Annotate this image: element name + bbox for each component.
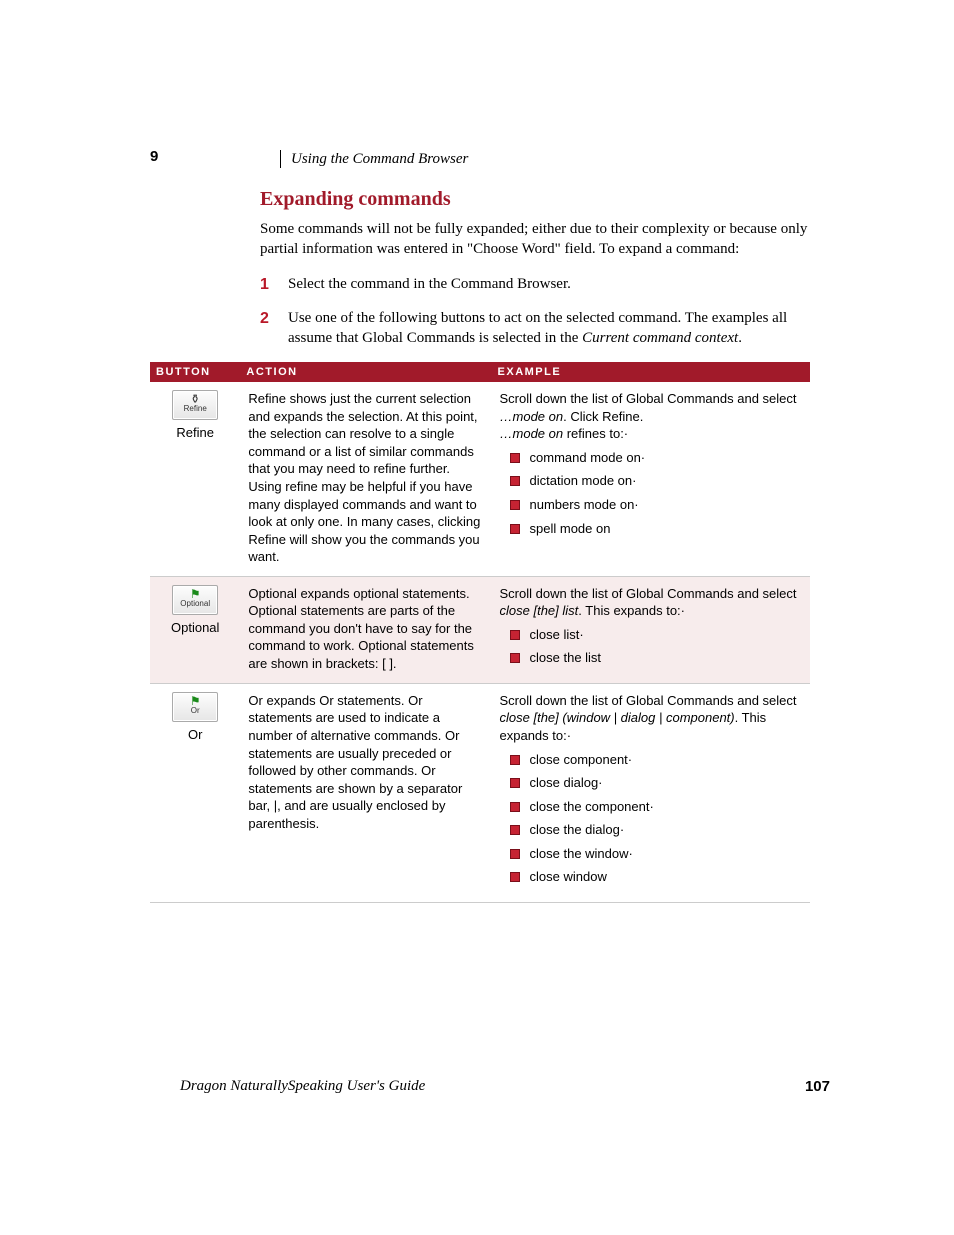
steps-list: 1 Select the command in the Command Brow… <box>260 274 820 349</box>
button-label: Refine <box>158 424 232 442</box>
example-list: command mode on· dictation mode on· numb… <box>510 449 802 537</box>
list-item: close window <box>510 868 802 886</box>
page: 9 Using the Command Browser Expanding co… <box>0 0 954 1235</box>
list-item: close the list <box>510 649 802 667</box>
optional-button-icon: ⚑ Optional <box>172 585 218 615</box>
action-cell: Or expands Or statements. Or statements … <box>240 683 491 902</box>
intro-paragraph: Some commands will not be fully expanded… <box>260 219 820 260</box>
step-1: 1 Select the command in the Command Brow… <box>260 274 820 294</box>
list-item: close list· <box>510 626 802 644</box>
refine-button-icon: ⚱ Refine <box>172 390 218 420</box>
header-example: EXAMPLE <box>492 362 810 382</box>
example-cell: Scroll down the list of Global Commands … <box>492 382 810 576</box>
footer-title: Dragon NaturallySpeaking User's Guide <box>180 1078 425 1094</box>
step-text: Select the command in the Command Browse… <box>288 276 571 292</box>
example-list: close component· close dialog· close the… <box>510 751 802 886</box>
header-button: BUTTON <box>150 362 240 382</box>
list-item: close component· <box>510 751 802 769</box>
action-cell: Refine shows just the current selection … <box>240 382 491 576</box>
button-cell: ⚱ Refine Refine <box>150 382 240 576</box>
page-footer: Dragon NaturallySpeaking User's Guide 10… <box>180 1078 830 1095</box>
list-item: numbers mode on· <box>510 496 802 514</box>
list-item: close the window· <box>510 845 802 863</box>
example-list: close list· close the list <box>510 626 802 667</box>
table-row: ⚑ Optional Optional Optional expands opt… <box>150 576 810 683</box>
table-row: ⚱ Refine Refine Refine shows just the cu… <box>150 382 810 576</box>
button-label: Optional <box>158 619 232 637</box>
list-item: spell mode on <box>510 520 802 538</box>
or-button-icon: ⚑ Or <box>172 692 218 722</box>
table-row: ⚑ Or Or Or expands Or statements. Or sta… <box>150 683 810 902</box>
chapter-number: 9 <box>150 148 158 165</box>
list-item: close dialog· <box>510 774 802 792</box>
example-cell: Scroll down the list of Global Commands … <box>492 576 810 683</box>
content-area: Expanding commands Some commands will no… <box>260 188 820 903</box>
running-head: Using the Command Browser <box>280 150 468 168</box>
page-number: 107 <box>805 1078 830 1095</box>
step-number: 2 <box>260 308 269 330</box>
step-text: Use one of the following buttons to act … <box>288 310 787 346</box>
step-2: 2 Use one of the following buttons to ac… <box>260 308 820 349</box>
list-item: close the component· <box>510 798 802 816</box>
list-item: command mode on· <box>510 449 802 467</box>
commands-table: BUTTON ACTION EXAMPLE ⚱ Refine Refine Re… <box>150 362 810 903</box>
table-header-row: BUTTON ACTION EXAMPLE <box>150 362 810 382</box>
header-action: ACTION <box>240 362 491 382</box>
example-cell: Scroll down the list of Global Commands … <box>492 683 810 902</box>
step-number: 1 <box>260 274 269 296</box>
button-label: Or <box>158 726 232 744</box>
button-cell: ⚑ Optional Optional <box>150 576 240 683</box>
action-cell: Optional expands optional statements. Op… <box>240 576 491 683</box>
button-cell: ⚑ Or Or <box>150 683 240 902</box>
list-item: close the dialog· <box>510 821 802 839</box>
section-title: Expanding commands <box>260 188 820 211</box>
list-item: dictation mode on· <box>510 472 802 490</box>
